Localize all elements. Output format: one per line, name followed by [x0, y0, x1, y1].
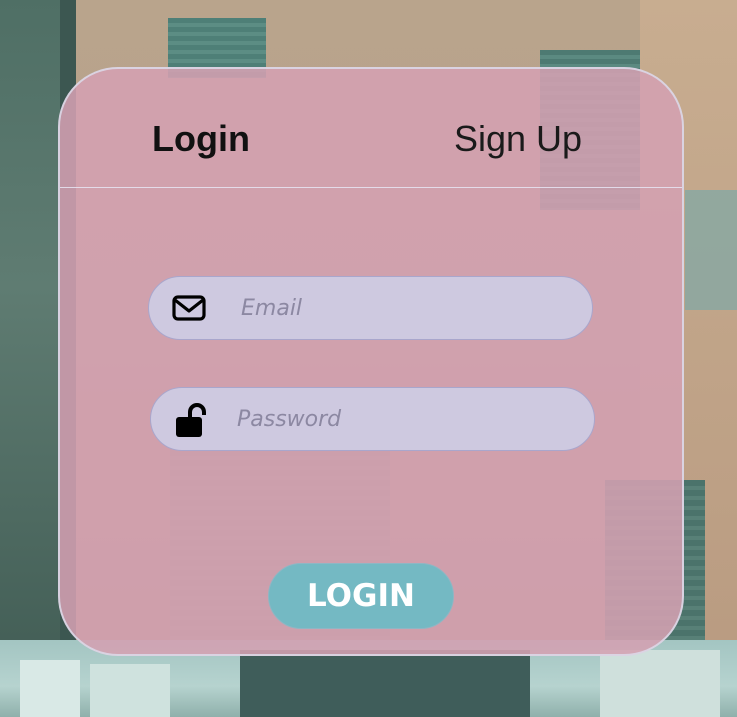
hanging-cloth	[20, 660, 80, 717]
email-input[interactable]	[241, 277, 571, 339]
email-field[interactable]	[148, 276, 593, 340]
unlock-icon	[176, 403, 206, 437]
envelope-icon	[172, 295, 206, 321]
password-field[interactable]	[150, 387, 595, 451]
login-button[interactable]: LOGIN	[268, 563, 454, 629]
hanging-cloth	[600, 650, 720, 717]
auth-tabs: Login Sign Up	[60, 69, 682, 188]
balcony	[685, 190, 737, 310]
hanging-cloth	[90, 664, 170, 717]
password-input[interactable]	[237, 388, 567, 450]
stone-wall	[0, 0, 60, 717]
tab-login[interactable]: Login	[152, 117, 250, 161]
login-card: Login Sign Up LOGIN	[58, 67, 684, 656]
laundry-dark	[240, 650, 530, 717]
tab-signup[interactable]: Sign Up	[454, 117, 582, 161]
